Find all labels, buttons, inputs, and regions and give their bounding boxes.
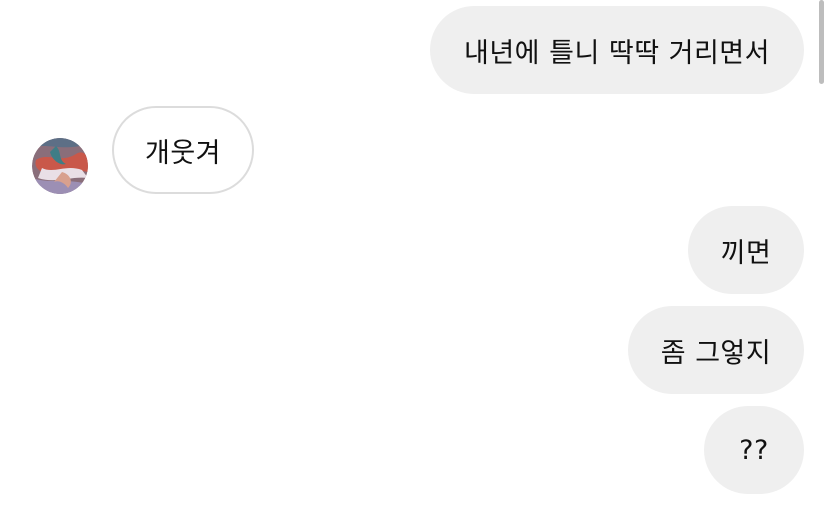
sent-message-bubble[interactable]: 좀 그엏지 [628,306,804,394]
received-message-bubble[interactable]: 개웃겨 [112,106,254,194]
sent-message-bubble[interactable]: 끼면 [688,206,804,294]
scrollbar[interactable] [819,0,824,84]
message-text: 좀 그엏지 [660,337,772,369]
sent-message-bubble[interactable]: 내년에 틀니 딱딱 거리면서 [430,6,804,94]
message-text: 개웃겨 [144,137,222,169]
chat-thread[interactable]: 내년에 틀니 딱딱 거리면서 개웃겨 끼면 좀 그엏지 ?? [0,0,828,506]
sent-message-bubble[interactable]: ?? [704,406,804,494]
avatar-image [32,138,88,194]
message-text: ?? [739,434,769,466]
contact-avatar[interactable] [32,138,88,194]
message-text: 끼면 [720,237,772,269]
message-text: 내년에 틀니 딱딱 거리면서 [464,37,770,69]
